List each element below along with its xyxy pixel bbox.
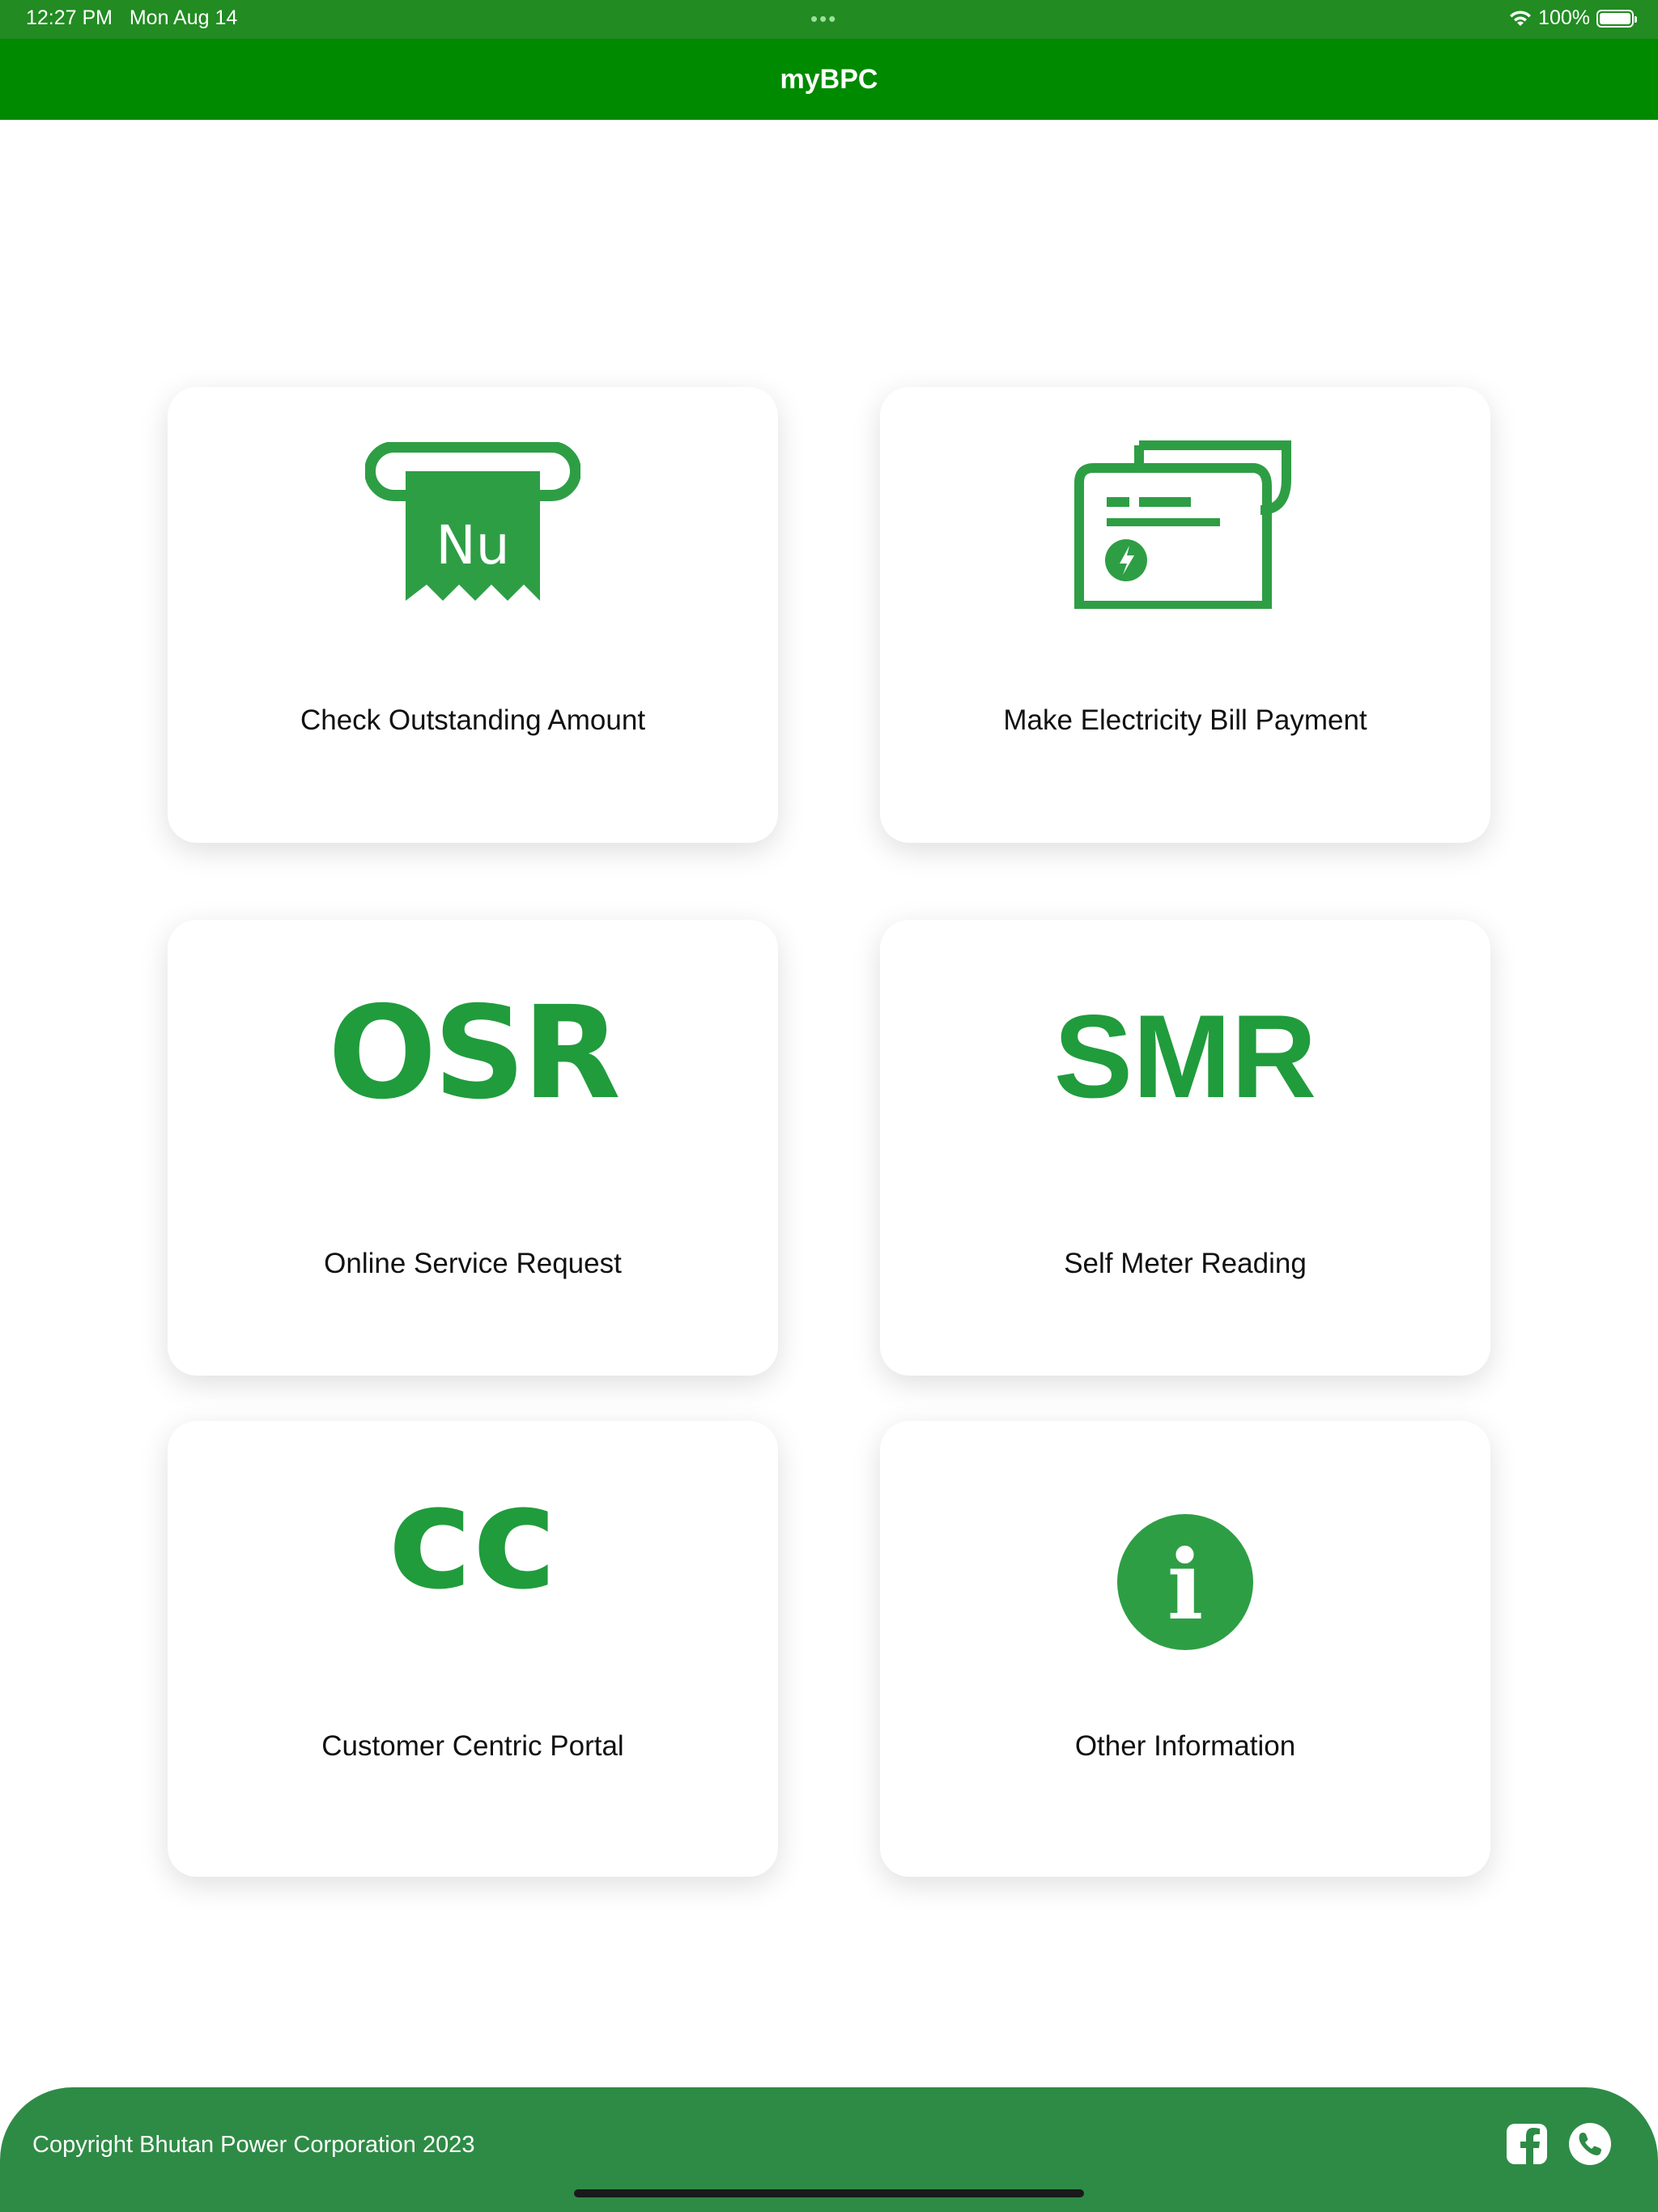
battery-icon	[1596, 9, 1637, 28]
smr-icon: SMR	[1053, 990, 1317, 1122]
card-label: Online Service Request	[324, 1248, 622, 1279]
multitasking-dots-icon[interactable]: •••	[810, 6, 837, 32]
home-indicator[interactable]	[574, 2189, 1084, 2197]
status-time: 12:27 PM Mon Aug 14	[26, 6, 237, 30]
nav-bar: myBPC	[0, 39, 1658, 120]
self-meter-reading-card[interactable]: SMR Self Meter Reading	[880, 920, 1490, 1376]
wifi-icon	[1510, 10, 1532, 26]
card-label: Customer Centric Portal	[321, 1730, 624, 1762]
receipt-nu-icon: Nu	[168, 442, 778, 604]
bill-payment-icon	[880, 440, 1490, 609]
footer: Copyright Bhutan Power Corporation 2023	[0, 2087, 1658, 2212]
status-indicators: 100%	[1509, 6, 1637, 30]
card-label: Other Information	[1074, 1730, 1296, 1762]
app-title: myBPC	[780, 63, 878, 95]
status-bar: 12:27 PM Mon Aug 14 ••• 100%	[0, 0, 1658, 39]
other-information-card[interactable]: i Other Information	[880, 1421, 1490, 1877]
info-icon: i	[880, 1513, 1490, 1651]
status-date-text: Mon Aug 14	[129, 6, 238, 29]
svg-text:Nu: Nu	[436, 514, 509, 576]
status-time-text: 12:27 PM	[26, 6, 113, 29]
check-outstanding-amount-card[interactable]: Nu Check Outstanding Amount	[168, 387, 778, 843]
phone-icon[interactable]	[1567, 2121, 1613, 2167]
copyright-text: Copyright Bhutan Power Corporation 2023	[32, 2132, 475, 2158]
make-electricity-bill-payment-card[interactable]: Make Electricity Bill Payment	[880, 387, 1490, 843]
card-label: Check Outstanding Amount	[300, 704, 646, 736]
card-label: Make Electricity Bill Payment	[1003, 704, 1367, 736]
online-service-request-card[interactable]: OSR Online Service Request	[168, 920, 778, 1376]
facebook-icon[interactable]	[1504, 2121, 1550, 2167]
battery-percent: 100%	[1538, 6, 1590, 29]
osr-icon: OSR	[328, 979, 621, 1128]
customer-centric-portal-card[interactable]: cc Customer Centric Portal	[168, 1421, 778, 1877]
card-label: Self Meter Reading	[1064, 1248, 1307, 1279]
cc-icon: cc	[388, 1455, 558, 1621]
svg-text:i: i	[1167, 1529, 1204, 1641]
